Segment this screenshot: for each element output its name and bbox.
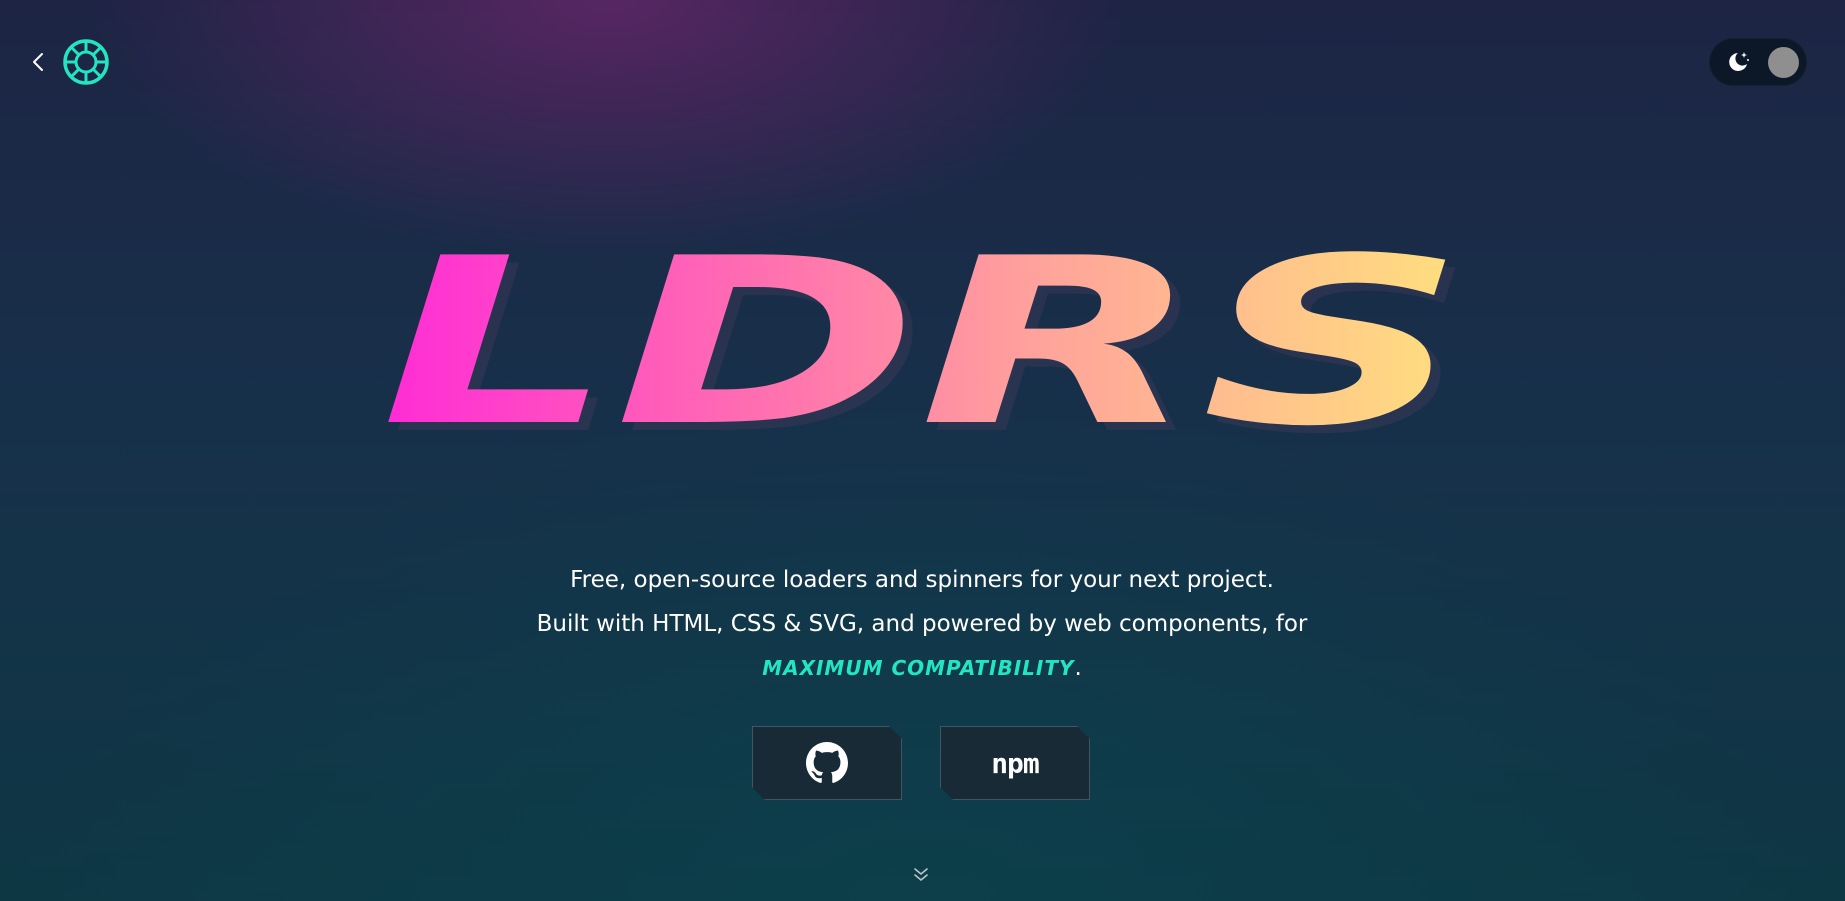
ldrs-logo-icon[interactable] [62, 38, 110, 86]
hero-title: LDRS LDRS [381, 240, 1476, 450]
tagline: Free, open-source loaders and spinners f… [420, 558, 1424, 690]
tagline-suffix: . [1074, 655, 1082, 681]
hero-title-text: LDRS [381, 240, 1466, 450]
tagline-line-2: Built with HTML, CSS & SVG, and powered … [536, 611, 1308, 637]
chevron-left-icon [33, 53, 43, 71]
theme-toggle[interactable] [1709, 38, 1807, 86]
double-chevron-down-icon[interactable] [912, 866, 930, 884]
tagline-line-3: maximum compatibility. [420, 646, 1424, 690]
back-button[interactable] [28, 40, 48, 84]
top-nav [28, 38, 110, 86]
toggle-knob [1768, 47, 1799, 78]
github-icon [806, 742, 848, 783]
link-buttons: npm [752, 726, 1090, 800]
tagline-line-1: Free, open-source loaders and spinners f… [570, 567, 1274, 593]
moon-stars-icon [1729, 52, 1749, 71]
github-button[interactable] [752, 726, 902, 800]
tagline-highlight: maximum compatibility [762, 656, 1075, 680]
npm-button[interactable]: npm [940, 726, 1090, 800]
npm-label: npm [991, 746, 1040, 780]
